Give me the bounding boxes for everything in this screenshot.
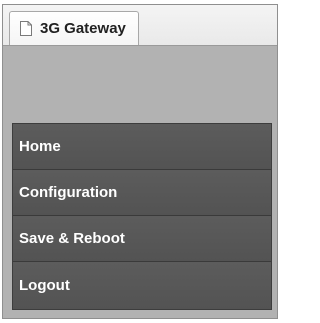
browser-tab[interactable]: 3G Gateway (9, 11, 139, 45)
tab-title: 3G Gateway (40, 20, 126, 37)
menu-item-save-reboot[interactable]: Save & Reboot (13, 216, 271, 262)
menu-item-configuration[interactable]: Configuration (13, 170, 271, 216)
menu-item-logout[interactable]: Logout (13, 262, 271, 309)
menu-item-label: Home (19, 138, 61, 155)
tab-strip: 3G Gateway (3, 5, 277, 46)
menu-item-label: Configuration (19, 184, 118, 201)
page-icon (20, 21, 32, 36)
menu-item-label: Logout (19, 277, 70, 294)
nav-menu: Home Configuration Save & Reboot Logout (12, 123, 272, 310)
menu-item-label: Save & Reboot (19, 230, 125, 247)
browser-frame: 3G Gateway Home Configuration Save & Reb… (2, 4, 278, 319)
menu-item-home[interactable]: Home (13, 124, 271, 170)
